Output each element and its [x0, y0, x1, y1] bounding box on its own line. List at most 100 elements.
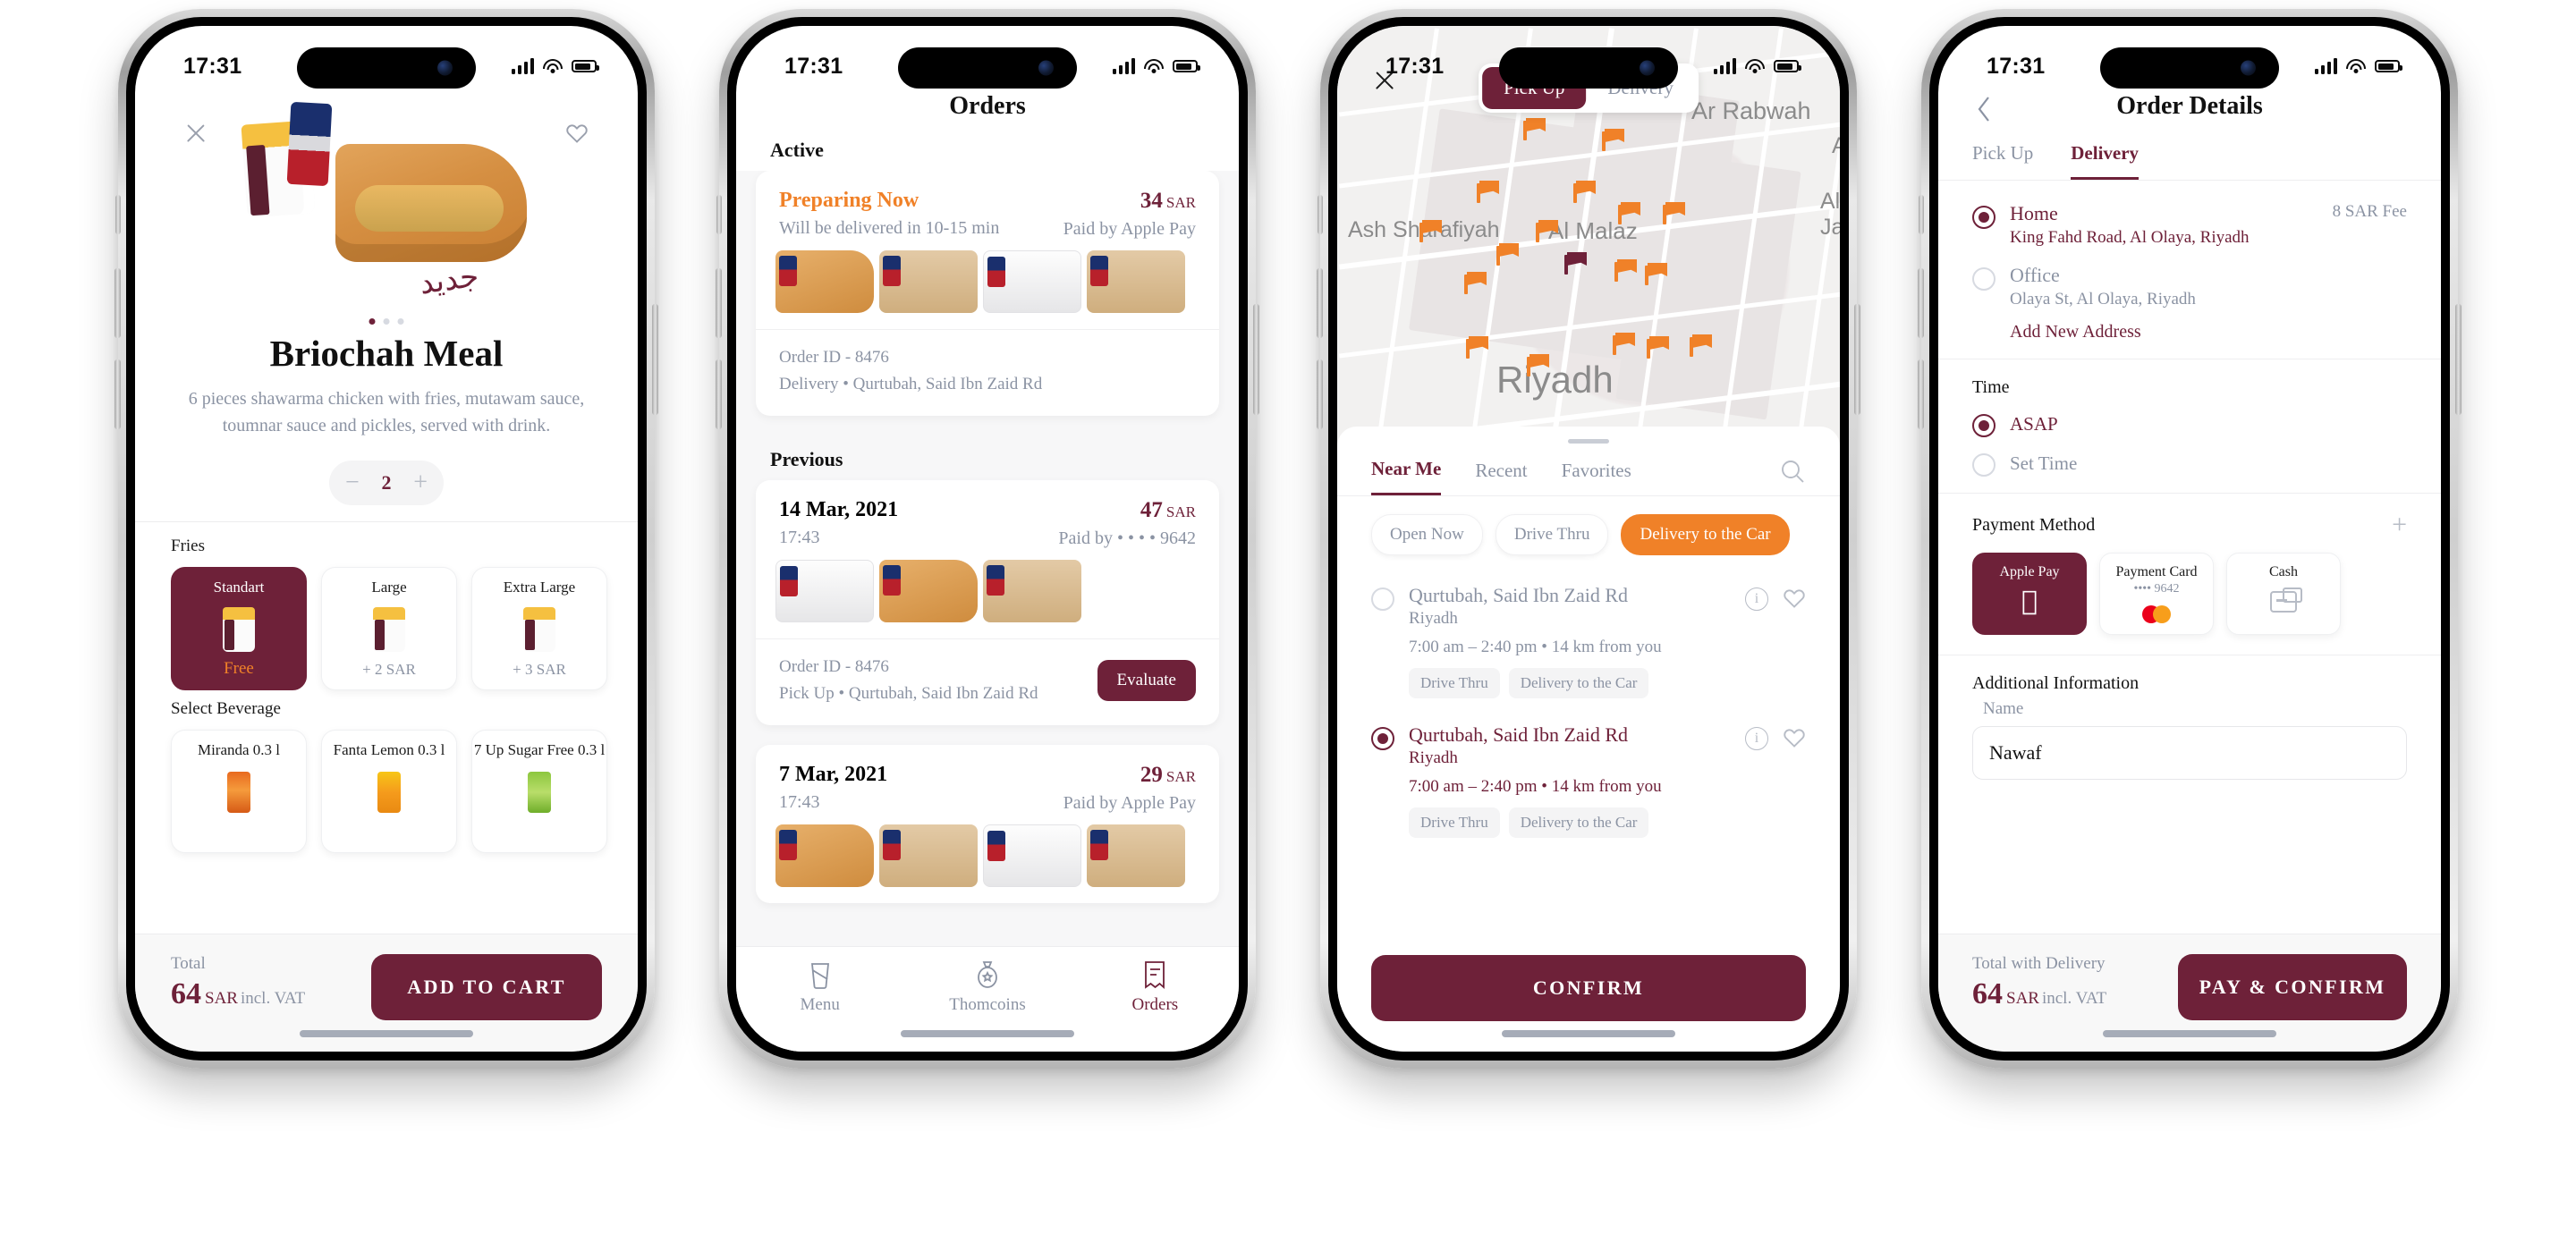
order-id: Order ID - 8476	[779, 657, 889, 676]
section-previous-label: Previous	[770, 448, 843, 470]
power-button[interactable]	[652, 304, 658, 415]
store-list-item-selected[interactable]: Qurtubah, Said Ibn Zaid Rd Riyadh 7:00 a…	[1371, 713, 1806, 852]
heart-icon[interactable]	[1783, 587, 1806, 609]
map-label-al: Al	[1832, 133, 1840, 158]
evaluate-button[interactable]: Evaluate	[1097, 660, 1196, 701]
pay-and-confirm-button[interactable]: PAY & CONFIRM	[2178, 954, 2407, 1020]
home-indicator[interactable]	[901, 1030, 1074, 1037]
active-order-card[interactable]: Preparing Now Will be delivered in 10-15…	[756, 171, 1219, 416]
total-label: Total with Delivery	[1972, 954, 2106, 973]
additional-info-label: Additional Information	[1972, 673, 2140, 693]
carousel-dots[interactable]	[369, 318, 404, 325]
tab-pick-up[interactable]: Pick Up	[1972, 142, 2033, 180]
fries-option-standart[interactable]: Standart Free	[171, 567, 307, 690]
payment-label: Payment Method	[1972, 514, 2096, 535]
silent-switch[interactable]	[1318, 195, 1323, 234]
plus-icon[interactable]: +	[2392, 511, 2407, 538]
info-icon[interactable]: i	[1745, 587, 1768, 611]
filter-delivery-to-the-car[interactable]: Delivery to the Car	[1621, 514, 1790, 555]
power-button[interactable]	[1854, 304, 1860, 415]
status-indicators	[1713, 58, 1801, 74]
filter-open-now[interactable]: Open Now	[1371, 514, 1483, 555]
option-name: Miranda 0.3 l	[197, 741, 281, 758]
store-city: Riyadh	[1409, 609, 1458, 628]
add-to-cart-button[interactable]: ADD TO CART	[371, 954, 602, 1020]
wifi-icon	[1745, 58, 1765, 74]
silent-switch[interactable]	[1919, 195, 1924, 234]
previous-order-card[interactable]: 7 Mar, 2021 17:43 29 SAR Paid by Apple Pa…	[756, 745, 1219, 903]
silent-switch[interactable]	[115, 195, 121, 234]
order-payment-method: Paid by Apple Pay	[1063, 793, 1196, 813]
tab-thomcoins[interactable]: Thomcoins	[903, 959, 1071, 1015]
power-button[interactable]	[2455, 304, 2462, 415]
orders-list[interactable]: Preparing Now Will be delivered in 10-15…	[736, 171, 1239, 946]
tab-recent[interactable]: Recent	[1475, 460, 1527, 494]
info-icon[interactable]: i	[1745, 727, 1768, 750]
quantity-stepper[interactable]: − 2 +	[329, 461, 444, 505]
payment-methods: Apple Pay  Payment Card •••• 9642 Cash	[1972, 538, 2407, 638]
beverage-option-miranda[interactable]: Miranda 0.3 l	[171, 730, 307, 853]
address-radio[interactable]	[1972, 206, 1996, 229]
time-radio[interactable]	[1972, 453, 1996, 477]
tab-label: Menu	[800, 995, 840, 1014]
tab-menu[interactable]: Menu	[736, 959, 903, 1015]
volume-up-button[interactable]	[1918, 268, 1924, 338]
volume-up-button[interactable]	[1317, 268, 1323, 338]
add-new-address-link[interactable]: Add New Address	[1972, 322, 2407, 342]
time-option-set-time[interactable]: Set Time	[1972, 437, 2407, 477]
cellular-signal-icon	[511, 58, 534, 74]
tab-near-me[interactable]: Near Me	[1371, 458, 1442, 495]
store-actions: i	[1745, 587, 1806, 698]
time-option-asap[interactable]: ASAP	[1972, 398, 2407, 437]
tab-delivery[interactable]: Delivery	[2071, 142, 2140, 180]
tab-favorites[interactable]: Favorites	[1562, 460, 1631, 494]
order-price: 34 SAR	[1063, 189, 1196, 214]
fries-option-large[interactable]: Large + 2 SAR	[321, 567, 457, 690]
home-indicator[interactable]	[1502, 1030, 1675, 1037]
beverage-option-fanta-lemon[interactable]: Fanta Lemon 0.3 l	[321, 730, 457, 853]
map-label-al-malaz: Al Malaz	[1548, 217, 1638, 244]
previous-order-card[interactable]: 14 Mar, 2021 17:43 47 SAR Paid by • • • •…	[756, 480, 1219, 725]
store-list-item[interactable]: Qurtubah, Said Ibn Zaid Rd Riyadh 7:00 a…	[1371, 573, 1806, 713]
increase-quantity-button[interactable]: +	[413, 470, 428, 495]
decrease-quantity-button[interactable]: −	[345, 470, 360, 495]
close-button[interactable]	[178, 115, 214, 151]
favorite-button[interactable]	[559, 115, 595, 151]
heart-icon[interactable]	[1783, 727, 1806, 748]
store-radio[interactable]	[1371, 587, 1394, 611]
home-indicator[interactable]	[300, 1030, 473, 1037]
confirm-button[interactable]: CONFIRM	[1371, 955, 1806, 1021]
store-tag: Drive Thru	[1409, 807, 1500, 838]
phone-3-frame: Ar Rabwah Al Al Ja Ash Sharafiyah Al Mal…	[1317, 9, 1860, 1069]
store-name: Qurtubah, Said Ibn Zaid Rd	[1409, 584, 1629, 606]
option-name: Large	[371, 579, 407, 596]
volume-down-button[interactable]	[1918, 359, 1924, 429]
back-button[interactable]	[1974, 94, 1994, 124]
time-radio[interactable]	[1972, 414, 1996, 437]
address-option-office[interactable]: Office Olaya St, Al Olaya, Riyadh	[1972, 260, 2407, 322]
store-city: Riyadh	[1409, 748, 1458, 767]
payment-method-apple-pay[interactable]: Apple Pay 	[1972, 553, 2087, 635]
store-tag: Drive Thru	[1409, 668, 1500, 698]
order-date-block: 7 Mar, 2021 17:43	[779, 763, 887, 814]
home-indicator[interactable]	[2103, 1030, 2276, 1037]
name-input[interactable]	[1972, 726, 2407, 780]
fries-option-extra-large[interactable]: Extra Large + 3 SAR	[471, 567, 607, 690]
volume-down-button[interactable]	[716, 359, 722, 429]
silent-switch[interactable]	[716, 195, 722, 234]
power-button[interactable]	[1253, 304, 1259, 415]
filter-drive-thru[interactable]: Drive Thru	[1495, 514, 1609, 555]
payment-method-payment-card[interactable]: Payment Card •••• 9642	[2099, 553, 2214, 635]
volume-down-button[interactable]	[114, 359, 121, 429]
store-radio[interactable]	[1371, 727, 1394, 750]
store-list[interactable]: Qurtubah, Said Ibn Zaid Rd Riyadh 7:00 a…	[1337, 561, 1840, 942]
address-radio[interactable]	[1972, 267, 1996, 291]
address-option-home[interactable]: Home King Fahd Road, Al Olaya, Riyadh 8 …	[1972, 199, 2407, 260]
tab-orders[interactable]: Orders	[1072, 959, 1239, 1015]
beverage-option-7up-sugar-free[interactable]: 7 Up Sugar Free 0.3 l	[471, 730, 607, 853]
volume-down-button[interactable]	[1317, 359, 1323, 429]
volume-up-button[interactable]	[716, 268, 722, 338]
payment-method-cash[interactable]: Cash	[2226, 553, 2341, 635]
search-icon[interactable]	[1779, 458, 1806, 485]
volume-up-button[interactable]	[114, 268, 121, 338]
